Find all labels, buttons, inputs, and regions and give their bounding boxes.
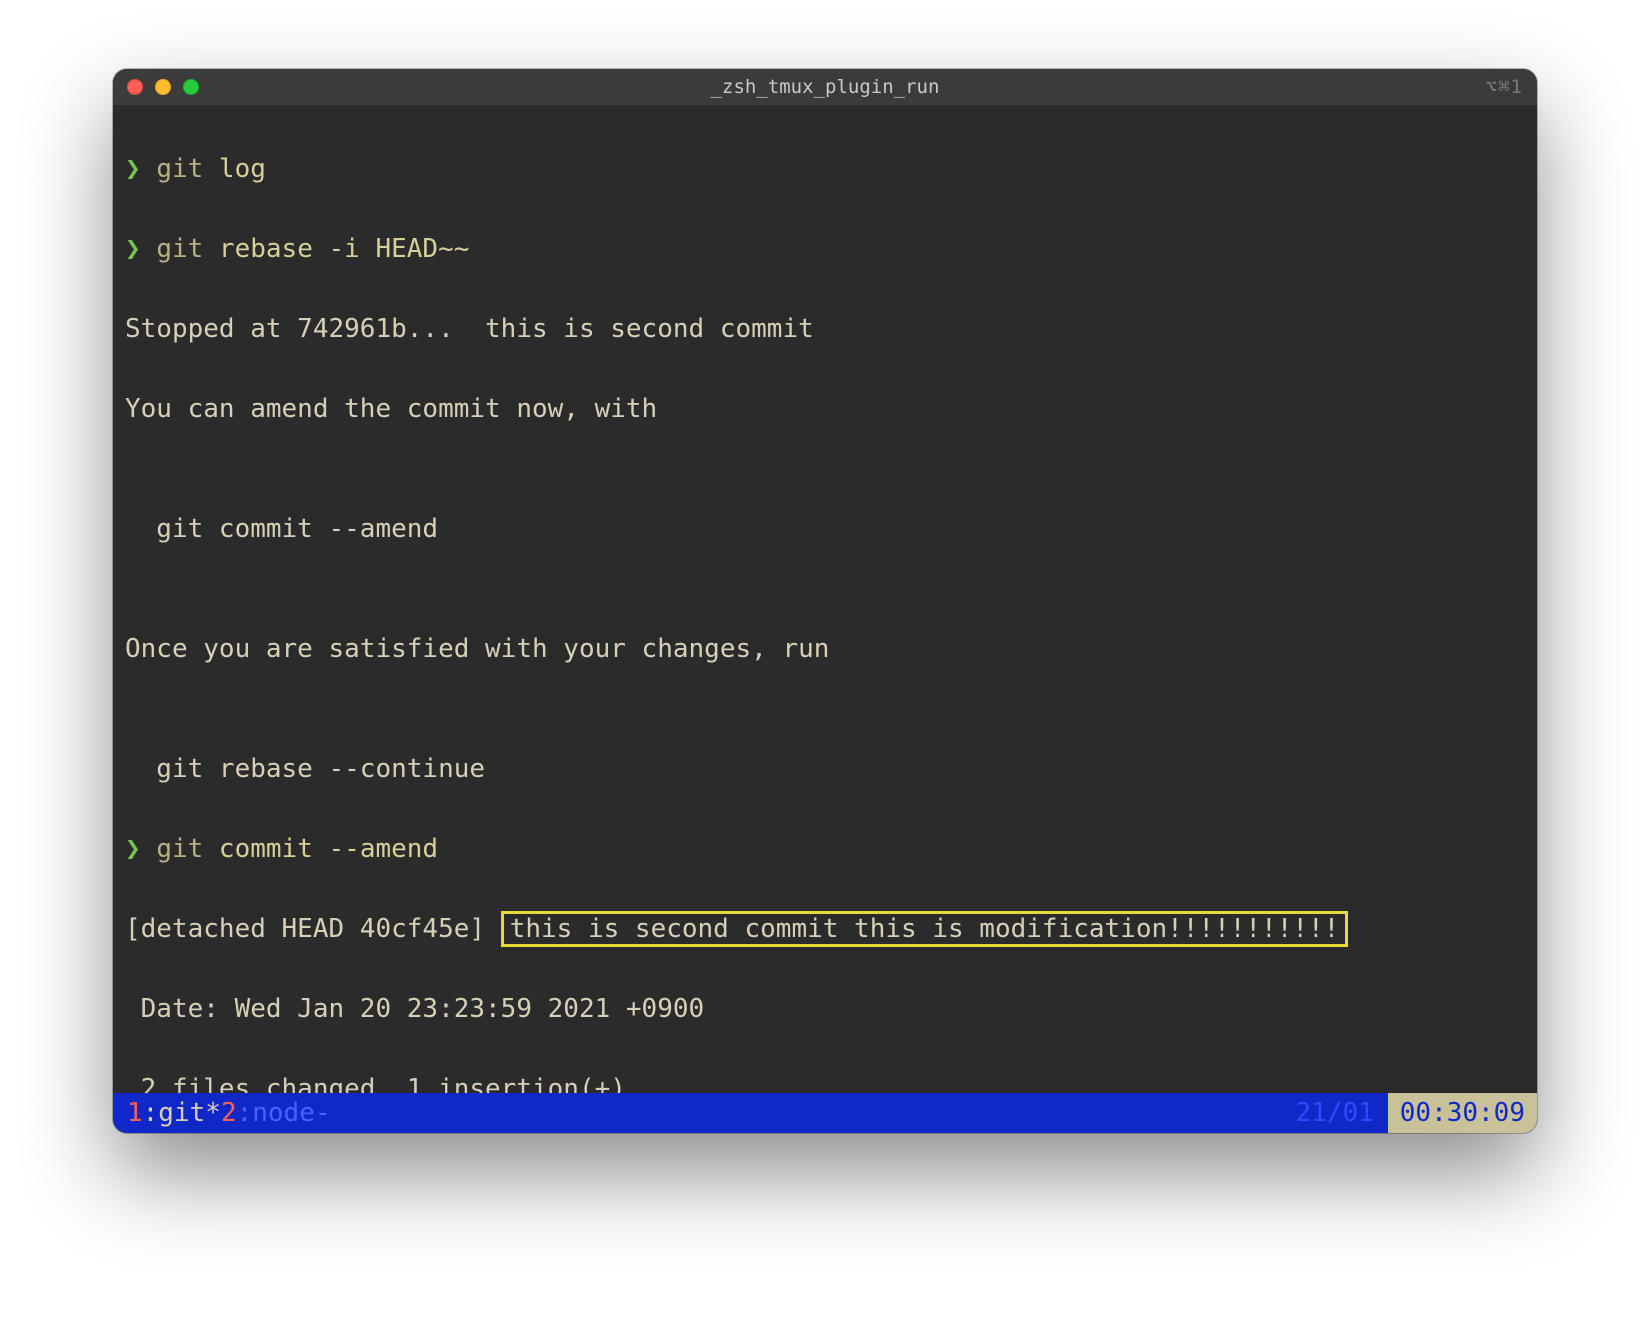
tmux-status-bar: 1:git* 2:node- 21/01 00:30:09 — [113, 1093, 1537, 1133]
tmux-window-name: :git* — [143, 1098, 221, 1128]
cmd-git: git — [156, 154, 203, 184]
window-title: _zsh_tmux_plugin_run — [113, 76, 1537, 98]
output-amend-result: [detached HEAD 40cf45e] this is second c… — [113, 909, 1537, 949]
output-line: Once you are satisfied with your changes… — [113, 629, 1537, 669]
output-line: Date: Wed Jan 20 23:23:59 2021 +0900 — [113, 989, 1537, 1029]
cmd-text: rebase -i HEAD~~ — [203, 234, 469, 264]
cmd-text: log — [203, 154, 266, 184]
detached-head-text: [detached HEAD 40cf45e] — [125, 914, 501, 944]
highlight-box: this is second commit this is modificati… — [501, 911, 1349, 947]
tmux-window-index: 1 — [127, 1098, 143, 1128]
pane-indicator: ⌥⌘1 — [1486, 76, 1523, 98]
terminal-body[interactable]: ❯ git log ❯ git rebase -i HEAD~~ Stopped… — [113, 105, 1537, 1093]
prompt-icon: ❯ — [125, 234, 141, 264]
tmux-window-name: :node- — [237, 1098, 331, 1128]
output-line: git rebase --continue — [113, 749, 1537, 789]
output-line: 2 files changed, 1 insertion(+) — [113, 1069, 1537, 1093]
tmux-window-2[interactable]: 2:node- — [221, 1098, 331, 1128]
zoom-icon[interactable] — [183, 79, 199, 95]
terminal-window: _zsh_tmux_plugin_run ⌥⌘1 ❯ git log ❯ git… — [113, 69, 1537, 1133]
tmux-window-index: 2 — [221, 1098, 237, 1128]
tmux-date: 21/01 — [1295, 1098, 1373, 1128]
prompt-icon: ❯ — [125, 834, 141, 864]
line-git-rebase: ❯ git rebase -i HEAD~~ — [113, 229, 1537, 269]
cmd-git: git — [156, 234, 203, 264]
close-icon[interactable] — [127, 79, 143, 95]
cmd-text: commit --amend — [203, 834, 438, 864]
tmux-window-1[interactable]: 1:git* — [127, 1098, 221, 1128]
prompt-icon: ❯ — [125, 154, 141, 184]
window-controls — [127, 79, 199, 95]
titlebar: _zsh_tmux_plugin_run ⌥⌘1 — [113, 69, 1537, 105]
line-git-amend: ❯ git commit --amend — [113, 829, 1537, 869]
output-line: git commit --amend — [113, 509, 1537, 549]
output-line: Stopped at 742961b... this is second com… — [113, 309, 1537, 349]
minimize-icon[interactable] — [155, 79, 171, 95]
cmd-git: git — [156, 834, 203, 864]
tmux-time: 00:30:09 — [1388, 1093, 1537, 1133]
output-line: You can amend the commit now, with — [113, 389, 1537, 429]
line-git-log: ❯ git log — [113, 149, 1537, 189]
